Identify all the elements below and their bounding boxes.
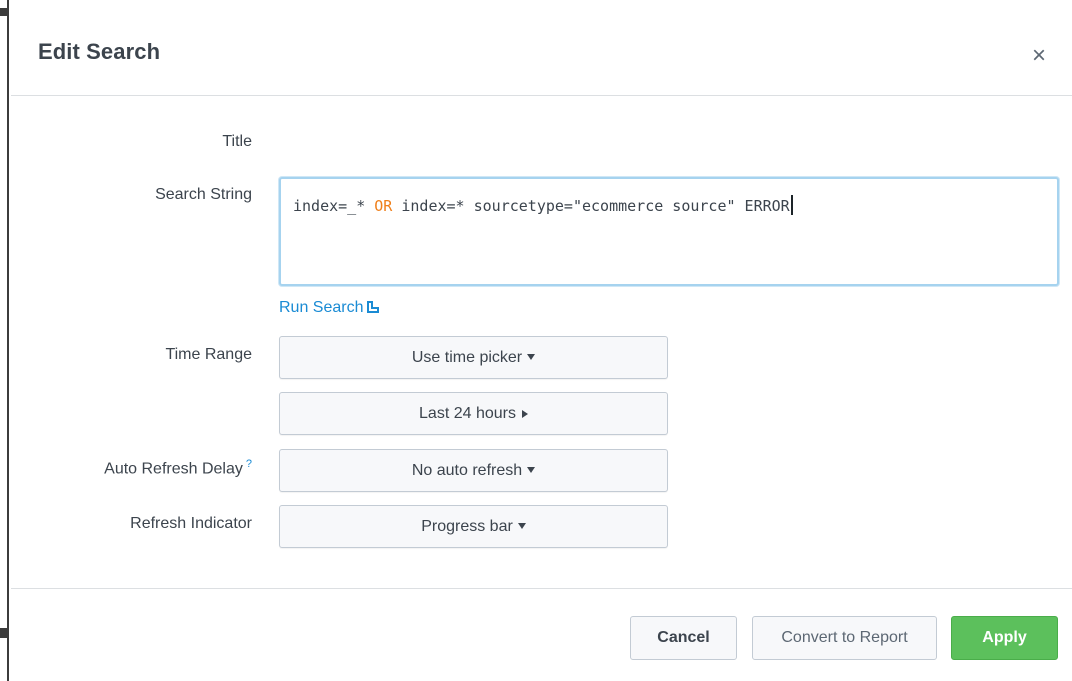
apply-button[interactable]: Apply <box>951 616 1058 660</box>
chevron-right-icon <box>521 410 528 418</box>
run-search-label: Run Search <box>279 299 364 316</box>
external-link-icon <box>366 301 379 313</box>
run-search-link[interactable]: Run Search <box>279 299 379 317</box>
time-range-picker[interactable]: Last 24 hours <box>279 392 668 435</box>
auto-refresh-value: No auto refresh <box>411 462 523 479</box>
background-window-edge <box>0 0 9 681</box>
refresh-indicator-dropdown[interactable]: Progress bar <box>279 505 668 548</box>
close-icon[interactable]: × <box>1027 44 1051 68</box>
refresh-indicator-value: Progress bar <box>421 518 513 535</box>
time-range-label: Time Range <box>165 346 252 363</box>
search-string-input[interactable]: index=_* OR index=* sourcetype="ecommerc… <box>279 177 1059 286</box>
time-picker-dropdown[interactable]: Use time picker <box>279 336 668 379</box>
search-string-part1: index=_* <box>293 197 375 215</box>
time-range-value: Last 24 hours <box>419 405 516 422</box>
help-icon[interactable]: ? <box>246 458 252 470</box>
dialog-header: Edit Search × <box>11 0 1072 96</box>
search-string-text[interactable]: index=_* OR index=* sourcetype="ecommerc… <box>293 195 793 215</box>
text-cursor <box>790 195 793 215</box>
time-picker-label: Use time picker <box>411 349 523 366</box>
auto-refresh-dropdown[interactable]: No auto refresh <box>279 449 668 492</box>
footer-divider <box>11 588 1072 589</box>
chevron-down-icon <box>517 523 526 529</box>
auto-refresh-label-text: Auto Refresh Delay <box>104 460 243 478</box>
chevron-down-icon <box>527 354 536 360</box>
convert-to-report-button[interactable]: Convert to Report <box>752 616 937 660</box>
title-label: Title <box>222 133 252 150</box>
chevron-down-icon <box>527 467 536 473</box>
background-window-edge-top <box>0 8 7 16</box>
auto-refresh-label: Auto Refresh Delay? <box>104 458 252 478</box>
background-window-edge-bottom <box>0 628 7 638</box>
search-keyword-or: OR <box>374 197 393 215</box>
edit-search-dialog: Edit Search × Title Search String index=… <box>11 0 1072 681</box>
dialog-title: Edit Search <box>38 39 161 64</box>
refresh-indicator-label: Refresh Indicator <box>130 515 252 532</box>
search-string-label: Search String <box>155 186 252 203</box>
search-string-part2: index=* sourcetype="ecommerce source" ER… <box>392 197 790 215</box>
cancel-button[interactable]: Cancel <box>630 616 737 660</box>
